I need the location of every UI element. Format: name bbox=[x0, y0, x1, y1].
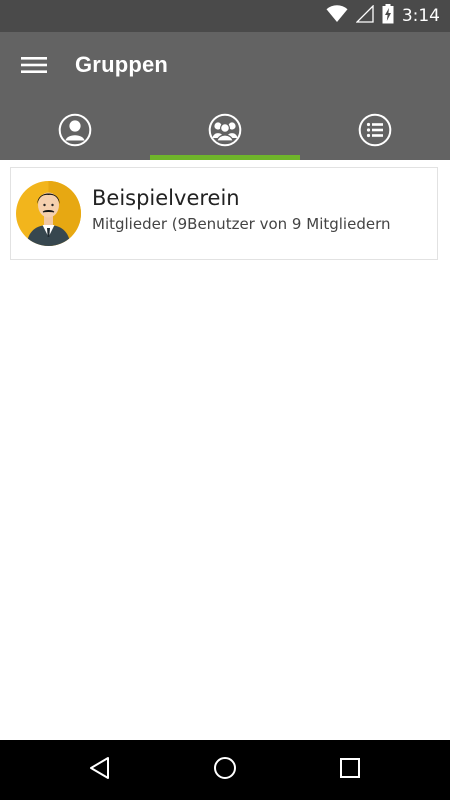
person-icon bbox=[58, 113, 92, 152]
home-icon bbox=[213, 756, 237, 785]
list-icon bbox=[358, 113, 392, 152]
recents-button[interactable] bbox=[325, 750, 375, 790]
status-time: 3:14 bbox=[401, 6, 440, 26]
wifi-icon bbox=[326, 4, 348, 28]
tab-groups[interactable] bbox=[150, 104, 300, 160]
app-bar: Gruppen bbox=[0, 32, 450, 104]
home-button[interactable] bbox=[200, 750, 250, 790]
navigation-bar bbox=[0, 740, 450, 800]
signal-icon bbox=[355, 3, 374, 28]
group-name: Beispielverein bbox=[92, 186, 240, 210]
battery-charging-icon bbox=[382, 3, 394, 29]
back-button[interactable] bbox=[75, 750, 125, 790]
hamburger-menu-icon bbox=[21, 56, 47, 79]
status-icons: 3:14 bbox=[326, 0, 440, 32]
tab-persons[interactable] bbox=[0, 104, 150, 160]
group-member-count: Mitglieder (9Benutzer von 9 Mitgliedern bbox=[92, 215, 391, 233]
group-icon bbox=[208, 113, 242, 152]
tab-bar bbox=[0, 104, 450, 160]
group-list: Beispielverein Mitglieder (9Benutzer von… bbox=[0, 160, 450, 740]
tab-list[interactable] bbox=[300, 104, 450, 160]
avatar-man-icon bbox=[16, 181, 81, 246]
recents-icon bbox=[339, 757, 361, 784]
list-item[interactable]: Beispielverein Mitglieder (9Benutzer von… bbox=[10, 167, 438, 260]
menu-button[interactable] bbox=[14, 49, 54, 85]
status-bar: 3:14 bbox=[0, 0, 450, 32]
page-title: Gruppen bbox=[75, 52, 169, 77]
back-icon bbox=[88, 756, 112, 785]
